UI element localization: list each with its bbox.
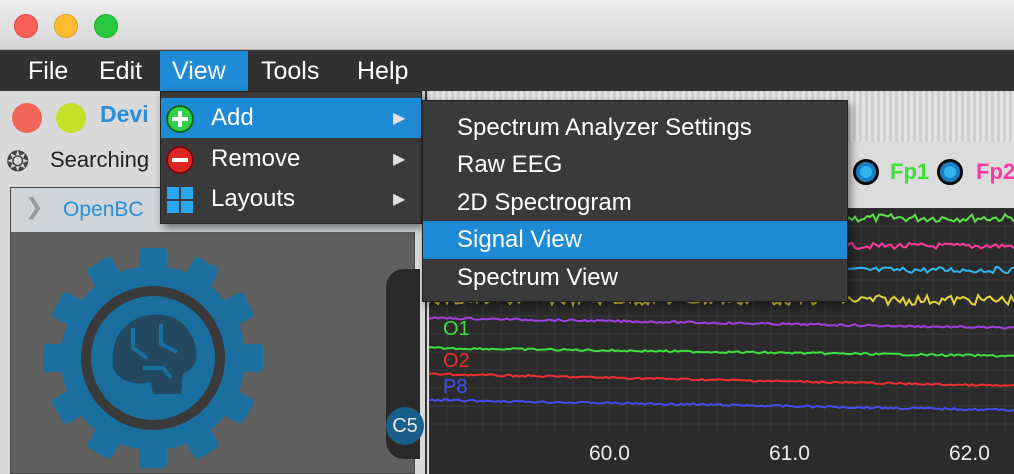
- submenu-item-spectrum-analyzer-settings[interactable]: Spectrum Analyzer Settings: [423, 109, 847, 147]
- window-minimize-button[interactable]: [54, 14, 78, 38]
- submenu-item-label: Spectrum Analyzer Settings: [457, 114, 752, 141]
- submenu-item-label: Signal View: [457, 226, 582, 253]
- grid-icon: [167, 187, 193, 213]
- signal-trace: [429, 316, 1014, 330]
- window-zoom-button[interactable]: [94, 14, 118, 38]
- x-tick-label: 61.0: [769, 442, 810, 465]
- menu-item-label: Layouts: [211, 185, 296, 212]
- channel-toggle-fp1[interactable]: [853, 159, 879, 185]
- menu-help[interactable]: Help: [345, 51, 420, 91]
- minus-circle-icon: [166, 146, 194, 174]
- menu-tools[interactable]: Tools: [249, 51, 331, 91]
- window-close-button[interactable]: [14, 14, 38, 38]
- submenu-item-signal-view[interactable]: Signal View: [423, 221, 847, 259]
- menu-item-layouts[interactable]: Layouts ▶: [161, 179, 421, 219]
- channel-toggle-fp2[interactable]: [937, 159, 963, 185]
- loading-spinner-icon: ❂: [6, 146, 30, 177]
- chevron-down-icon[interactable]: ❯: [25, 194, 43, 220]
- openbci-logo-icon: [43, 248, 263, 468]
- channel-tag-p8: P8: [443, 376, 468, 398]
- channel-tag-o1: O1: [443, 318, 470, 340]
- panel-minimize-button[interactable]: [56, 103, 86, 133]
- electrode-c5[interactable]: C5: [386, 407, 424, 445]
- signal-trace: [429, 398, 1014, 412]
- submenu-item-raw-eeg[interactable]: Raw EEG: [423, 146, 847, 184]
- window-titlebar: [0, 0, 1014, 50]
- panel-close-button[interactable]: [12, 103, 42, 133]
- submenu-item-2d-spectrogram[interactable]: 2D Spectrogram: [423, 184, 847, 222]
- openbci-section: ❯ OpenBC: [10, 187, 416, 474]
- menu-file[interactable]: File: [16, 51, 80, 91]
- x-tick-label: 60.0: [589, 442, 630, 465]
- submenu-arrow-icon: ▶: [393, 110, 406, 127]
- submenu-item-label: Spectrum View: [457, 264, 618, 291]
- panel-title: Devi: [100, 101, 149, 127]
- submenu-item-label: Raw EEG: [457, 151, 563, 178]
- submenu-item-label: 2D Spectrogram: [457, 189, 632, 216]
- menu-view[interactable]: View: [160, 51, 248, 91]
- menu-item-remove[interactable]: Remove ▶: [161, 139, 421, 179]
- section-title: OpenBC: [63, 198, 144, 221]
- x-tick-label: 62.0: [949, 442, 990, 465]
- channel-label-fp2: Fp2: [976, 159, 1014, 184]
- submenu-arrow-icon: ▶: [393, 191, 406, 208]
- view-dropdown-menu: Add ▶ Remove ▶ Layouts ▶: [160, 91, 422, 224]
- submenu-item-spectrum-view[interactable]: Spectrum View: [423, 259, 847, 297]
- add-submenu: Spectrum Analyzer Settings Raw EEG 2D Sp…: [422, 100, 848, 302]
- status-text: Searching: [50, 147, 150, 172]
- menu-item-add[interactable]: Add ▶: [161, 98, 421, 138]
- menu-item-label: Remove: [211, 145, 301, 172]
- channel-label-fp1: Fp1: [890, 159, 930, 184]
- plus-circle-icon: [166, 105, 194, 133]
- channel-tag-o2: O2: [443, 350, 470, 372]
- signal-trace: [429, 372, 1014, 388]
- menu-edit[interactable]: Edit: [87, 51, 154, 91]
- menubar: File Edit View Tools Help: [0, 51, 1014, 91]
- submenu-arrow-icon: ▶: [393, 151, 406, 168]
- menu-item-label: Add: [211, 104, 254, 131]
